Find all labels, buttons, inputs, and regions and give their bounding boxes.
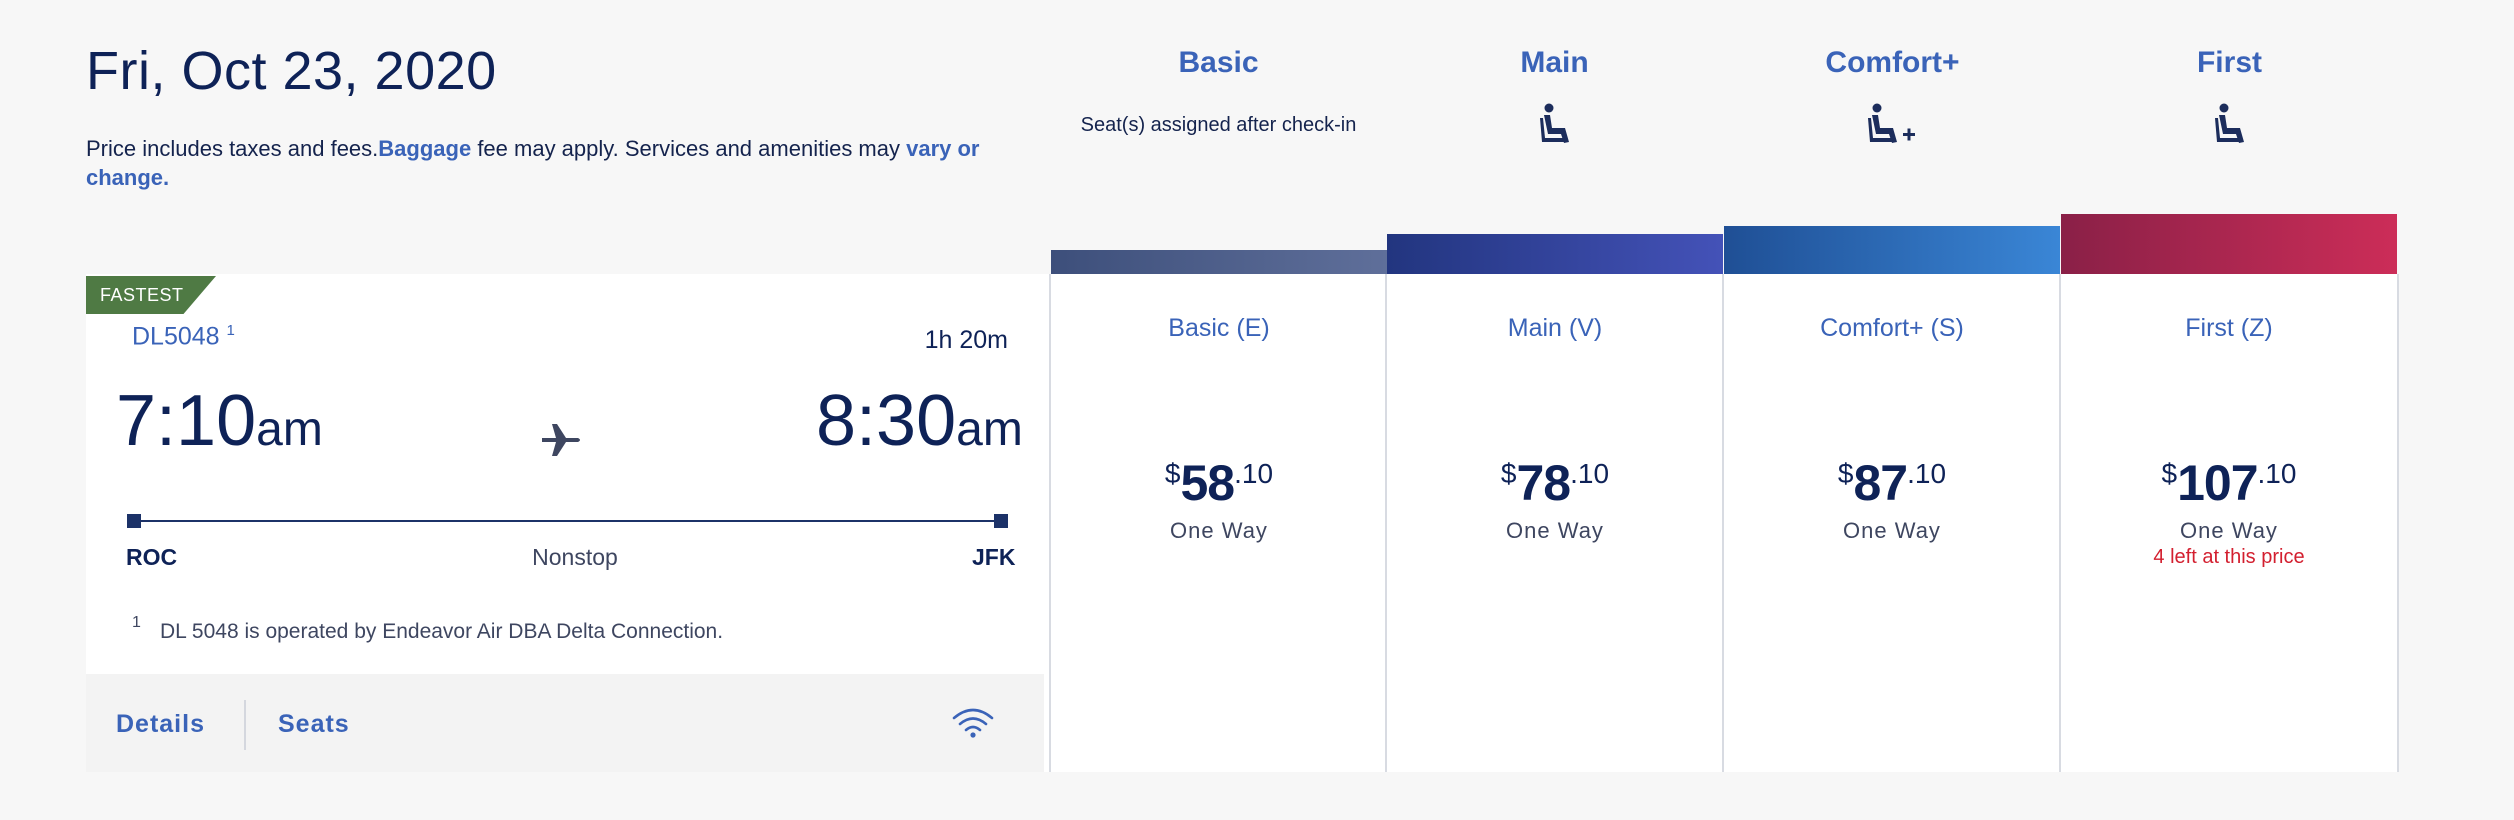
price-cents: .10	[1907, 458, 1947, 489]
fare-column-basic[interactable]: Basic (E) $58.10 One Way	[1049, 250, 1387, 772]
depart-time: 7:10am	[116, 380, 323, 462]
fare-price-first[interactable]: $107.10	[2061, 454, 2397, 512]
seat-icon	[1386, 102, 1723, 148]
fare-name-basic: Basic (E)	[1168, 314, 1270, 342]
trip-type-basic: One Way	[1170, 518, 1268, 543]
cabin-header-basic: Basic Seat(s) assigned after check-in	[1050, 46, 1387, 137]
disclaimer-middle: fee may apply. Services and amenities ma…	[471, 136, 907, 161]
price-dollars: 107	[2177, 455, 2258, 511]
cabin-name-main: Main	[1520, 46, 1589, 79]
fare-name-main: Main (V)	[1507, 314, 1603, 342]
destination-marker	[994, 514, 1008, 528]
operator-footnote: DL 5048 is operated by Endeavor Air DBA …	[160, 620, 724, 643]
stops-label: Nonstop	[532, 544, 618, 570]
route-line	[130, 520, 1004, 522]
cabin-name-basic: Basic	[1178, 46, 1259, 79]
fare-price-comfort[interactable]: $87.10	[1724, 454, 2060, 512]
currency-symbol: $	[2161, 458, 2178, 489]
footnote-number: 1	[132, 614, 141, 631]
price-dollars: 58	[1180, 455, 1236, 511]
currency-symbol: $	[1500, 458, 1517, 489]
arrive-time-value: 8:30	[816, 381, 957, 461]
destination-airport: JFK	[972, 544, 1016, 570]
fare-column-main[interactable]: Main (V) $78.10 One Way	[1385, 234, 1723, 772]
fare-header-bar-main	[1387, 234, 1723, 274]
wifi-icon	[950, 706, 996, 745]
cabin-header-comfort: Comfort+	[1724, 46, 2061, 148]
fare-name-first: First (Z)	[2185, 314, 2273, 342]
flight-number[interactable]: DL5048	[132, 322, 220, 350]
disclaimer-prefix: Price includes taxes and fees.	[86, 136, 379, 161]
fare-header-bar-basic	[1051, 250, 1387, 274]
currency-symbol: $	[1837, 458, 1854, 489]
details-button[interactable]: Details	[116, 710, 205, 739]
origin-airport: ROC	[126, 544, 178, 570]
cabin-name-comfort: Comfort+	[1825, 46, 1960, 79]
footnote-ref: 1	[226, 322, 235, 339]
depart-ampm: am	[256, 403, 323, 456]
fare-header-bar-comfort	[1724, 226, 2060, 274]
cabin-header-first: First	[2061, 46, 2398, 148]
fare-name-comfort: Comfort+ (S)	[1820, 314, 1964, 342]
fare-column-comfort[interactable]: Comfort+ (S) $87.10 One Way	[1722, 226, 2060, 772]
flight-duration: 1h 20m	[924, 326, 1008, 354]
price-cents: .10	[2257, 458, 2297, 489]
seat-icon	[2061, 102, 2398, 148]
fare-price-main[interactable]: $78.10	[1387, 454, 1723, 512]
depart-time-value: 7:10	[116, 381, 257, 461]
page-title: Fri, Oct 23, 2020	[86, 41, 497, 101]
price-cents: .10	[1234, 458, 1274, 489]
price-disclaimer: Price includes taxes and fees.Baggage fe…	[86, 134, 1006, 192]
price-dollars: 87	[1853, 455, 1909, 511]
cabin-subtitle-basic: Seat(s) assigned after check-in	[1080, 114, 1357, 136]
footer-divider	[244, 700, 246, 750]
arrive-time: 8:30am	[816, 380, 1023, 462]
currency-symbol: $	[1164, 458, 1181, 489]
baggage-link[interactable]: Baggage	[378, 136, 471, 161]
price-dollars: 78	[1516, 455, 1572, 511]
seats-left-alert: 4 left at this price	[2153, 546, 2305, 568]
cabin-name-first: First	[2196, 46, 2262, 79]
arrive-ampm: am	[956, 403, 1023, 456]
airplane-icon	[540, 418, 584, 467]
seat-plus-icon	[1724, 102, 2061, 148]
fare-price-basic[interactable]: $58.10	[1051, 454, 1387, 512]
origin-marker	[127, 514, 141, 528]
trip-type-first: One Way	[2180, 518, 2278, 543]
flight-card-footer	[86, 674, 1044, 772]
trip-type-comfort: One Way	[1843, 518, 1941, 543]
flight-number-link[interactable]: DL5048 1	[132, 322, 235, 351]
cabin-header-main: Main	[1386, 46, 1723, 148]
fare-header-bar-first	[2061, 214, 2397, 274]
price-cents: .10	[1570, 458, 1610, 489]
seats-button[interactable]: Seats	[278, 710, 350, 739]
fare-column-first[interactable]: First (Z) $107.10 One Way 4 left at this…	[2059, 214, 2399, 772]
trip-type-main: One Way	[1506, 518, 1604, 543]
